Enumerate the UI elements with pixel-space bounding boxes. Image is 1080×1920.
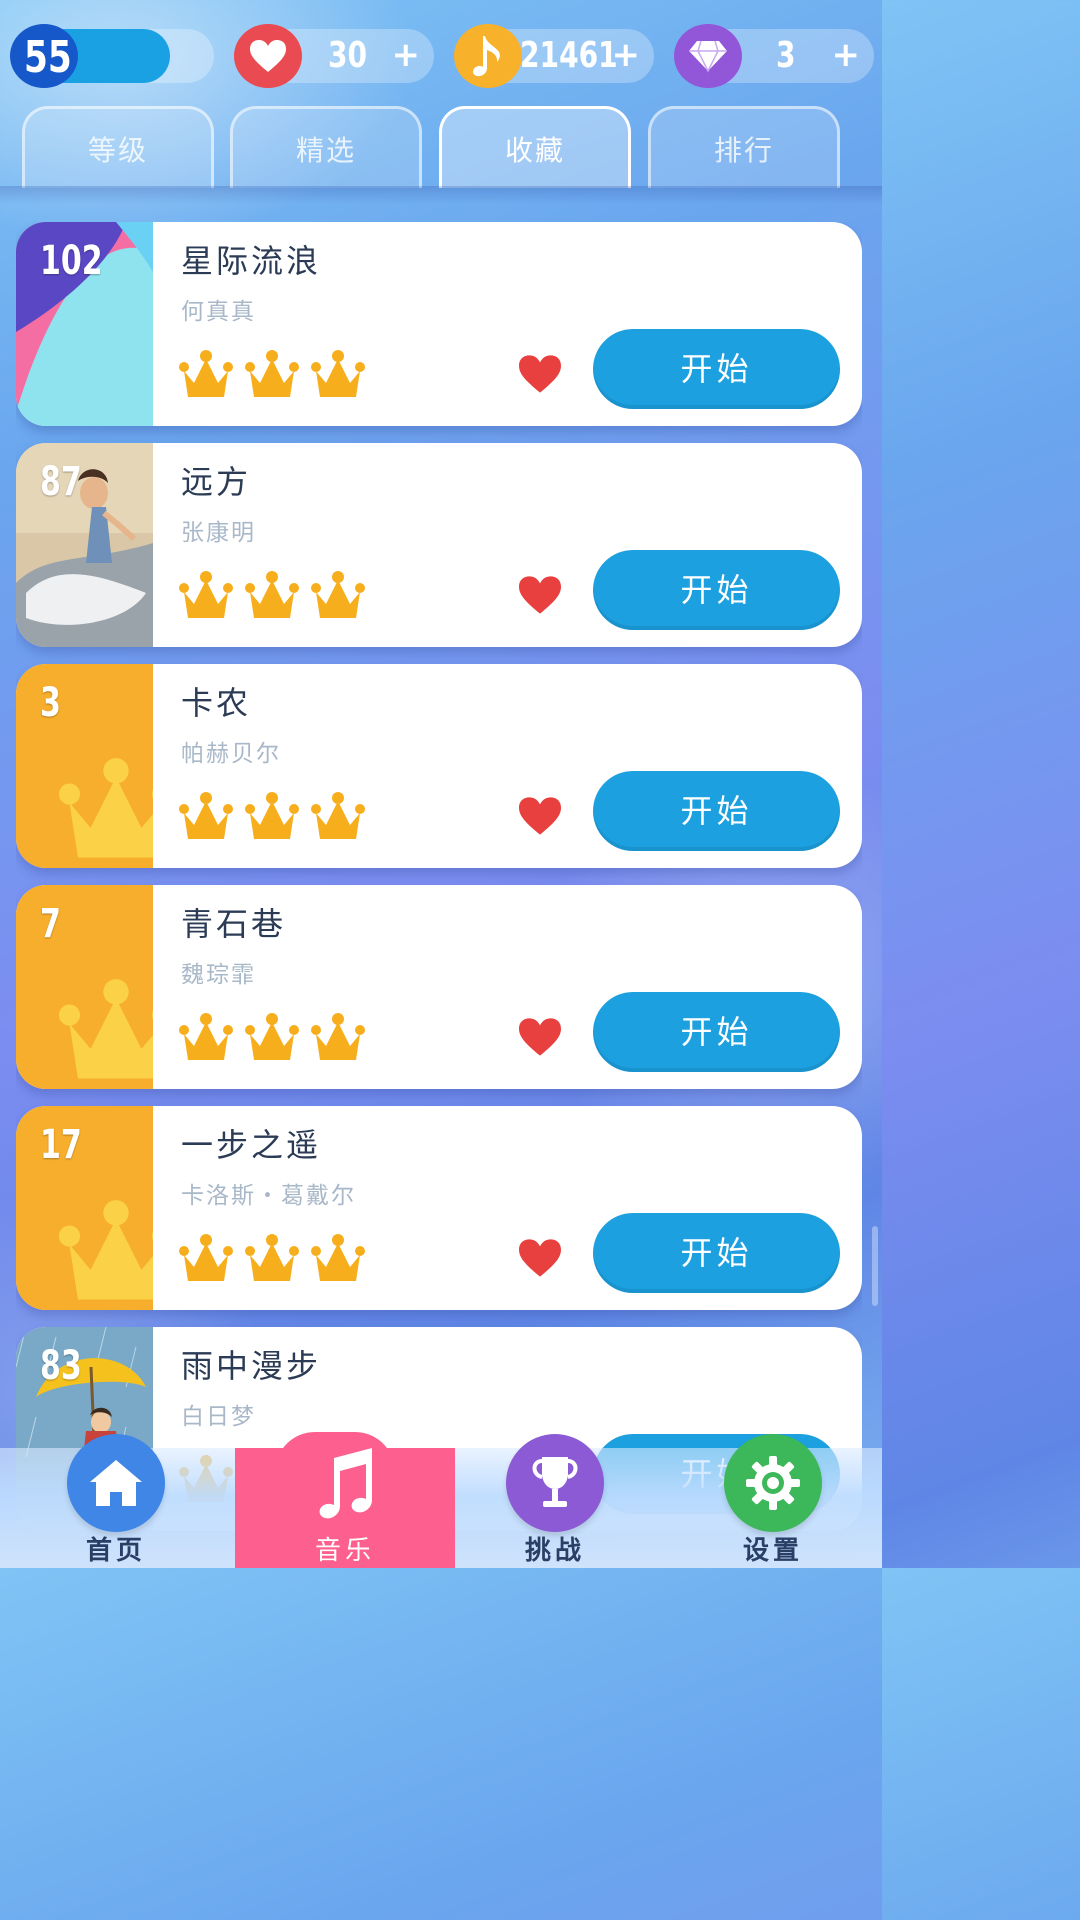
crown-rating (178, 569, 366, 623)
add-notes-button[interactable]: + (612, 29, 641, 83)
tab-divider (0, 186, 882, 204)
nav-home[interactable]: 首页 (26, 1434, 206, 1568)
lives-value: 30 (328, 35, 368, 76)
crown-icon (310, 790, 366, 844)
diamond-icon (674, 24, 742, 88)
crown-watermark-icon (56, 756, 153, 868)
song-thumbnail: 7 (16, 885, 153, 1089)
music-note-icon (296, 1434, 394, 1532)
song-artist: 白日梦 (181, 1404, 256, 1430)
tab-level[interactable]: 等级 (22, 106, 214, 188)
crown-watermark-icon (56, 1198, 153, 1310)
song-title: 雨中漫步 (181, 1347, 322, 1385)
song-title: 卡农 (181, 684, 252, 722)
song-thumbnail: 102 (16, 222, 153, 426)
crown-icon (178, 1232, 234, 1286)
home-icon (67, 1434, 165, 1532)
tab-featured[interactable]: 精选 (230, 106, 422, 188)
tab-ranking[interactable]: 排行 (648, 106, 840, 188)
crown-icon (244, 348, 300, 402)
level-progress: 55 (10, 24, 214, 88)
nav-challenge-label: 挑战 (524, 1536, 585, 1566)
crown-icon (244, 569, 300, 623)
song-rank: 83 (40, 1343, 82, 1389)
song-card[interactable]: 7 青石巷 魏琮霏 开始 (16, 885, 862, 1089)
crown-rating (178, 790, 366, 844)
start-button[interactable]: 开始 (593, 1213, 840, 1293)
gear-icon (724, 1434, 822, 1532)
song-title: 远方 (181, 463, 252, 501)
crown-icon (310, 1232, 366, 1286)
crown-icon (310, 1011, 366, 1065)
gems-value: 3 (776, 35, 796, 76)
song-thumbnail: 3 (16, 664, 153, 868)
song-title: 星际流浪 (181, 242, 322, 280)
category-tabs: 等级 精选 收藏 排行 (22, 106, 840, 188)
heart-icon (234, 24, 302, 88)
start-button[interactable]: 开始 (593, 992, 840, 1072)
song-rank: 17 (40, 1122, 82, 1168)
favorite-heart-icon[interactable] (516, 1237, 564, 1283)
song-rank: 3 (40, 680, 61, 726)
song-list[interactable]: 102 星际流浪 何真真 开始 87 远方 张康明 开始 3 卡农 帕赫贝尔 开… (16, 222, 862, 1568)
song-title: 青石巷 (181, 905, 287, 943)
song-card[interactable]: 87 远方 张康明 开始 (16, 443, 862, 647)
nav-settings[interactable]: 设置 (683, 1434, 863, 1568)
crown-icon (310, 569, 366, 623)
favorite-heart-icon[interactable] (516, 1016, 564, 1062)
level-value: 55 (24, 32, 72, 83)
song-artist: 何真真 (181, 299, 256, 325)
dancer-thumbnail (16, 443, 153, 647)
start-button[interactable]: 开始 (593, 771, 840, 851)
favorite-heart-icon[interactable] (516, 795, 564, 841)
gems-counter: 3 + (674, 24, 874, 88)
song-card[interactable]: 3 卡农 帕赫贝尔 开始 (16, 664, 862, 868)
nav-music[interactable]: 音乐 (235, 1448, 455, 1568)
song-artist: 帕赫贝尔 (181, 741, 281, 767)
song-thumbnail: 87 (16, 443, 153, 647)
nav-home-label: 首页 (85, 1536, 146, 1566)
song-thumbnail: 17 (16, 1106, 153, 1310)
crown-rating (178, 1232, 366, 1286)
nav-music-label: 音乐 (314, 1536, 375, 1566)
lives-counter: 30 + (234, 24, 434, 88)
song-rank: 7 (40, 901, 61, 947)
bottom-navigation: 首页 音乐 挑战 设置 (0, 1434, 882, 1568)
song-artist: 卡洛斯・葛戴尔 (181, 1183, 356, 1209)
crown-icon (244, 790, 300, 844)
crown-rating (178, 1011, 366, 1065)
song-card[interactable]: 17 一步之遥 卡洛斯・葛戴尔 开始 (16, 1106, 862, 1310)
start-button[interactable]: 开始 (593, 329, 840, 409)
crown-icon (244, 1232, 300, 1286)
song-artist: 张康明 (181, 520, 256, 546)
notes-value: 21461 (520, 35, 618, 76)
crown-watermark-icon (56, 977, 153, 1089)
crown-icon (178, 790, 234, 844)
start-button[interactable]: 开始 (593, 550, 840, 630)
nav-challenge[interactable]: 挑战 (465, 1434, 645, 1568)
favorite-heart-icon[interactable] (516, 353, 564, 399)
crown-icon (310, 348, 366, 402)
crown-icon (178, 1011, 234, 1065)
song-rank: 87 (40, 459, 82, 505)
scrollbar[interactable] (872, 1226, 878, 1306)
song-artist: 魏琮霏 (181, 962, 256, 988)
crown-icon (244, 1011, 300, 1065)
add-gems-button[interactable]: + (832, 29, 861, 83)
music-note-icon (454, 24, 522, 88)
nav-settings-label: 设置 (742, 1536, 803, 1566)
trophy-icon (506, 1434, 604, 1532)
notes-counter: 21461 + (454, 24, 654, 88)
song-card[interactable]: 102 星际流浪 何真真 开始 (16, 222, 862, 426)
crown-rating (178, 348, 366, 402)
song-rank: 102 (40, 238, 103, 284)
song-title: 一步之遥 (181, 1126, 322, 1164)
favorite-heart-icon[interactable] (516, 574, 564, 620)
crown-icon (178, 348, 234, 402)
tab-favorites[interactable]: 收藏 (439, 106, 631, 188)
add-lives-button[interactable]: + (392, 29, 421, 83)
crown-icon (178, 569, 234, 623)
